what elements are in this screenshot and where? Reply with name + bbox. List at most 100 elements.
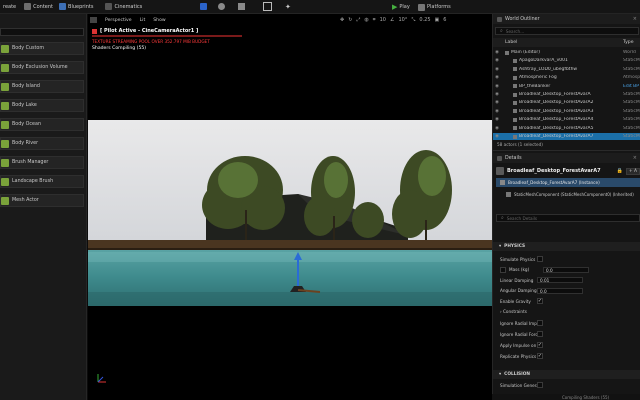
- create-button[interactable]: reate: [0, 1, 19, 13]
- details-tab[interactable]: Details ×: [493, 153, 640, 163]
- scale-icon[interactable]: ⤢: [356, 17, 360, 23]
- outliner-row-name: Main (Editor): [511, 50, 541, 55]
- instance-row[interactable]: Broadleaf_Desktop_ForestAvarA7 (Instance…: [496, 178, 640, 187]
- show-button[interactable]: Show: [153, 18, 165, 23]
- level-viewport[interactable]: Perspective Lit Show ✥ ↻ ⤢ ◍ ⌗ 10 ∠ 10° …: [88, 14, 492, 400]
- details-object-row: Broadleaf_Desktop_ForestAvarA7 🔒 + A: [496, 166, 640, 176]
- visibility-eye-icon[interactable]: ◉: [493, 50, 501, 55]
- place-actor-label: Body Island: [12, 84, 40, 89]
- property-number-field[interactable]: 0.0: [537, 287, 583, 294]
- visibility-eye-icon[interactable]: ◉: [493, 67, 501, 72]
- override-checkbox[interactable]: [500, 266, 506, 273]
- add-component-button[interactable]: + A: [625, 167, 640, 175]
- visibility-eye-icon[interactable]: ◉: [493, 92, 501, 97]
- run-icon[interactable]: ✦: [285, 3, 291, 11]
- visibility-eye-icon[interactable]: ◉: [493, 75, 501, 80]
- close-icon[interactable]: ×: [633, 155, 637, 161]
- outliner-tab[interactable]: World Outliner ×: [493, 14, 640, 24]
- outliner-row[interactable]: ◉ Broadleaf_Desktop_ForestAvarA3 StaticM: [493, 108, 640, 115]
- place-actor-item[interactable]: Body Island: [0, 80, 84, 93]
- property-checkbox[interactable]: [537, 256, 543, 262]
- status-bar: Compiling Shaders (55): [492, 394, 640, 400]
- outliner-search[interactable]: ⌕ Search...: [495, 27, 639, 35]
- property-label: Linear Damping: [500, 277, 534, 283]
- actor-type-icon: [513, 117, 517, 122]
- place-actor-item[interactable]: Body Lake: [0, 99, 84, 112]
- property-number-field[interactable]: 0.01: [537, 277, 583, 283]
- visibility-eye-icon[interactable]: ◉: [493, 126, 501, 131]
- details-search[interactable]: ⌕ Search Details: [496, 214, 640, 222]
- rotate-icon[interactable]: ↻: [348, 17, 352, 23]
- grid-snap-value[interactable]: 10: [380, 17, 386, 23]
- cinematics-button[interactable]: Cinematics: [102, 1, 145, 13]
- shaders-compiling-label: Shaders Compiling (55): [92, 46, 147, 51]
- property-checkbox[interactable]: ✓: [537, 298, 543, 304]
- property-checkbox[interactable]: ✓: [537, 353, 543, 359]
- lit-button[interactable]: Lit: [140, 18, 146, 23]
- platforms-button[interactable]: Platforms: [418, 2, 451, 12]
- blueprints-button[interactable]: Blueprints: [56, 1, 96, 13]
- place-actor-item[interactable]: Landscape Brush: [0, 175, 84, 188]
- outliner-row[interactable]: ◉ Broadleaf_Desktop_ForestAvarA7 StaticM: [493, 133, 640, 140]
- place-actor-item[interactable]: Body River: [0, 137, 84, 150]
- outliner-row[interactable]: ◉ BP_theBanker Edit BP: [493, 83, 640, 90]
- physics-section-header[interactable]: ▾ PHYSICS: [493, 242, 640, 251]
- simulation-generates-checkbox[interactable]: [537, 382, 543, 388]
- instance-label: Broadleaf_Desktop_ForestAvarA7 (Instance…: [508, 180, 600, 185]
- visibility-eye-icon[interactable]: ◉: [493, 109, 501, 114]
- stop-pilot-icon[interactable]: [92, 28, 97, 34]
- outliner-row[interactable]: ◉ Atmospheric Fog Atmosp: [493, 74, 640, 81]
- lock-icon[interactable]: 🔒: [617, 168, 623, 174]
- outliner-row-name: ApagoDarkvarA_v001: [519, 58, 568, 64]
- visibility-eye-icon[interactable]: ◉: [493, 84, 501, 89]
- place-actor-item[interactable]: Mesh Actor: [0, 194, 84, 207]
- place-actor-item[interactable]: Body Exclusion Volume: [0, 61, 84, 74]
- constraints-row[interactable]: › Constraints: [493, 306, 640, 316]
- close-icon[interactable]: ×: [633, 16, 637, 22]
- place-actor-item[interactable]: Body Ocean: [0, 118, 84, 131]
- outliner-row[interactable]: ◉ ApagoDarkvarA_v001 StaticM: [493, 57, 640, 64]
- property-number-field[interactable]: 0.0: [543, 266, 589, 273]
- content-button[interactable]: Content: [21, 1, 56, 13]
- component-row[interactable]: StaticMeshComponent (StaticMeshComponent…: [496, 190, 640, 199]
- property-label: Ignore Radial Impuls: [500, 320, 537, 326]
- world-icon[interactable]: ◍: [364, 17, 368, 23]
- visibility-eye-icon[interactable]: ◉: [493, 58, 501, 63]
- property-checkbox[interactable]: [537, 320, 543, 326]
- hamburger-icon[interactable]: [90, 17, 97, 23]
- visibility-eye-icon[interactable]: ◉: [493, 100, 501, 105]
- actor-class-icon: [1, 158, 9, 167]
- camera-speed-value[interactable]: 6: [443, 17, 446, 23]
- select-mode-icon[interactable]: [200, 3, 207, 10]
- snap-icon[interactable]: ⌗: [373, 17, 376, 23]
- outliner-row[interactable]: ◉ Broadleaf_Desktop_ForestAvarA StaticM: [493, 91, 640, 98]
- outliner-row[interactable]: ◉ Ashtray_LOD0_ubegfbthw StaticM: [493, 66, 640, 73]
- place-actors-search[interactable]: [0, 28, 84, 36]
- move-icon[interactable]: ✥: [340, 17, 344, 23]
- actor-type-icon: [513, 58, 517, 63]
- outliner-row[interactable]: ◉ Main (Editor) World: [493, 49, 640, 56]
- cinematics-label: Cinematics: [114, 3, 143, 10]
- visibility-eye-icon[interactable]: ◉: [493, 117, 501, 122]
- place-actor-item[interactable]: Body Custom: [0, 42, 84, 55]
- visibility-eye-icon[interactable]: ◉: [493, 134, 501, 139]
- collision-section-header[interactable]: ▾ COLLISION: [493, 370, 640, 379]
- outliner-row[interactable]: ◉ Broadleaf_Desktop_ForestAvarA4 StaticM: [493, 116, 640, 123]
- angle-snap-value[interactable]: 10°: [398, 17, 407, 23]
- details-icon: [497, 155, 502, 161]
- object-name-field[interactable]: Broadleaf_Desktop_ForestAvarA7: [507, 168, 601, 174]
- outliner-row[interactable]: ◉ Broadleaf_Desktop_ForestAvarA2 StaticM: [493, 99, 640, 106]
- type-column-header[interactable]: Type: [623, 40, 640, 45]
- play-button[interactable]: ▶ Play: [392, 2, 410, 12]
- property-label: Replicate Physics to: [500, 353, 537, 359]
- outliner-row[interactable]: ◉ Broadleaf_Desktop_ForestAvarA5 StaticM: [493, 125, 640, 132]
- perspective-button[interactable]: Perspective: [105, 18, 132, 23]
- label-column-header[interactable]: Label: [505, 40, 623, 45]
- place-actor-item[interactable]: Brush Manager: [0, 156, 84, 169]
- property-checkbox[interactable]: ✓: [537, 342, 543, 348]
- scale-snap-value[interactable]: 0.25: [419, 17, 430, 23]
- landscape-mode-icon[interactable]: [218, 3, 225, 10]
- property-checkbox[interactable]: [537, 331, 543, 337]
- foliage-mode-icon[interactable]: [238, 3, 245, 10]
- build-icon[interactable]: [263, 2, 272, 11]
